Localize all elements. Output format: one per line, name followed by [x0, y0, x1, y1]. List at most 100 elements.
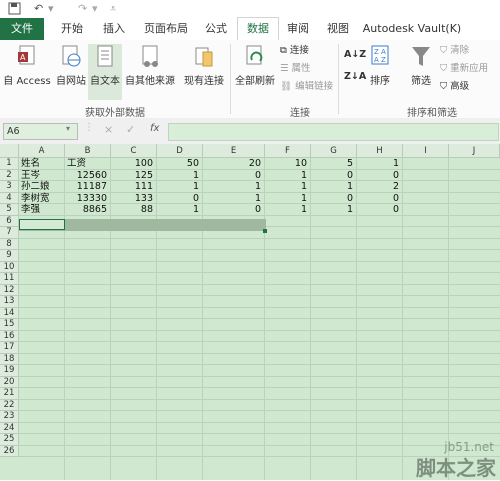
- cell-e4[interactable]: 1: [205, 193, 261, 204]
- cell-c1[interactable]: 100: [113, 158, 153, 169]
- row-header-6[interactable]: 6: [0, 215, 19, 227]
- cell-b5[interactable]: 8865: [67, 204, 107, 215]
- row-header-15[interactable]: 15: [0, 319, 19, 331]
- redo-icon[interactable]: ↷: [78, 2, 87, 16]
- name-box-dropdown-icon[interactable]: ▾: [66, 124, 70, 133]
- cell-a2[interactable]: 王岑: [21, 170, 61, 181]
- row-header-23[interactable]: 23: [0, 411, 19, 423]
- row-header-14[interactable]: 14: [0, 307, 19, 319]
- cell-c2[interactable]: 125: [113, 170, 153, 181]
- reapply-button[interactable]: ⛉ 重新应用: [440, 62, 488, 76]
- tab-home[interactable]: 开始: [52, 18, 92, 40]
- row-header-8[interactable]: 8: [0, 238, 19, 250]
- enter-icon[interactable]: ✓: [126, 123, 135, 136]
- from-web-button[interactable]: 自网站: [54, 44, 88, 87]
- dropdown-arrow-icon[interactable]: ▾: [48, 2, 54, 16]
- from-text-button[interactable]: 自文本: [88, 44, 122, 100]
- tab-autodesk-vault[interactable]: Autodesk Vault(K): [362, 18, 462, 40]
- cell-b3[interactable]: 11187: [67, 181, 107, 192]
- properties-button[interactable]: ☰ 属性: [280, 62, 311, 76]
- cell-e1[interactable]: 20: [205, 158, 261, 169]
- row-header-18[interactable]: 18: [0, 353, 19, 365]
- refresh-all-button[interactable]: 全部刷新: [232, 44, 278, 87]
- sort-za-button[interactable]: Z↓A: [344, 70, 366, 84]
- cell-b4[interactable]: 13330: [67, 193, 107, 204]
- cell-f3[interactable]: 1: [267, 181, 307, 192]
- customize-qat-icon[interactable]: ⩡: [110, 2, 116, 16]
- cell-g3[interactable]: 1: [313, 181, 353, 192]
- dropdown-arrow-icon[interactable]: ▾: [92, 2, 98, 16]
- sort-az-button[interactable]: A↓Z: [344, 48, 366, 62]
- cell-a5[interactable]: 李强: [21, 204, 61, 215]
- cell-a4[interactable]: 李树宽: [21, 193, 61, 204]
- cell-g4[interactable]: 0: [313, 193, 353, 204]
- cell-d1[interactable]: 50: [159, 158, 199, 169]
- cell-a3[interactable]: 孙二娘: [21, 181, 61, 192]
- worksheet-grid[interactable]: ABCDEFGHIJ 1 2 3 4 5 6 7 8 9 10 11 12 13 14 15 16 17 18 19…: [0, 144, 500, 480]
- row-header-7[interactable]: 7: [0, 227, 19, 239]
- cell-h5[interactable]: 0: [359, 204, 399, 215]
- cell-b2[interactable]: 12560: [67, 170, 107, 181]
- fill-handle[interactable]: [263, 229, 267, 233]
- row-header-20[interactable]: 20: [0, 376, 19, 388]
- cell-d4[interactable]: 0: [159, 193, 199, 204]
- column-header-a[interactable]: A: [19, 144, 65, 158]
- row-header-1[interactable]: 1: [0, 158, 19, 170]
- row-header-12[interactable]: 12: [0, 284, 19, 296]
- row-header-19[interactable]: 19: [0, 365, 19, 377]
- cell-f5[interactable]: 1: [267, 204, 307, 215]
- cell-g1[interactable]: 5: [313, 158, 353, 169]
- save-icon[interactable]: [8, 2, 21, 16]
- active-cell[interactable]: [19, 219, 65, 230]
- row-header-25[interactable]: 25: [0, 434, 19, 446]
- column-header-e[interactable]: E: [203, 144, 265, 158]
- cell-f4[interactable]: 1: [267, 193, 307, 204]
- cell-h4[interactable]: 0: [359, 193, 399, 204]
- cell-f1[interactable]: 10: [267, 158, 307, 169]
- insert-function-icon[interactable]: fx: [150, 123, 159, 134]
- row-header-24[interactable]: 24: [0, 422, 19, 434]
- tab-formulas[interactable]: 公式: [196, 18, 236, 40]
- cell-g5[interactable]: 1: [313, 204, 353, 215]
- tab-file[interactable]: 文件: [0, 18, 44, 40]
- sort-button[interactable]: Z AA Z 排序: [364, 44, 396, 87]
- from-access-button[interactable]: A 自 Access: [2, 44, 52, 87]
- cell-h2[interactable]: 0: [359, 170, 399, 181]
- tab-page-layout[interactable]: 页面布局: [138, 18, 194, 40]
- filter-button[interactable]: 筛选: [406, 44, 436, 87]
- column-header-g[interactable]: G: [311, 144, 357, 158]
- row-header-9[interactable]: 9: [0, 250, 19, 262]
- tab-data[interactable]: 数据: [237, 17, 279, 41]
- cell-d3[interactable]: 1: [159, 181, 199, 192]
- row-header-17[interactable]: 17: [0, 342, 19, 354]
- row-header-21[interactable]: 21: [0, 388, 19, 400]
- tab-view[interactable]: 视图: [320, 18, 356, 40]
- cell-h3[interactable]: 2: [359, 181, 399, 192]
- cell-b1[interactable]: 工资: [67, 158, 107, 169]
- row-header-13[interactable]: 13: [0, 296, 19, 308]
- select-all-corner[interactable]: [0, 144, 19, 158]
- row-header-5[interactable]: 5: [0, 204, 19, 216]
- edit-links-button[interactable]: ⛓ 编辑链接: [280, 80, 333, 94]
- clear-button[interactable]: ⛉ 清除: [440, 44, 469, 58]
- row-header-3[interactable]: 3: [0, 181, 19, 193]
- cell-d2[interactable]: 1: [159, 170, 199, 181]
- cell-e5[interactable]: 0: [205, 204, 261, 215]
- row-header-16[interactable]: 16: [0, 330, 19, 342]
- row-header-26[interactable]: 26: [0, 445, 19, 457]
- column-header-i[interactable]: I: [403, 144, 449, 158]
- row-header-2[interactable]: 2: [0, 169, 19, 181]
- from-other-sources-button[interactable]: 自其他来源: [122, 44, 178, 87]
- advanced-button[interactable]: ⛉ 高级: [440, 80, 469, 94]
- tab-insert[interactable]: 插入: [94, 18, 134, 40]
- cell-c5[interactable]: 88: [113, 204, 153, 215]
- row-header-10[interactable]: 10: [0, 261, 19, 273]
- cell-c3[interactable]: 111: [113, 181, 153, 192]
- cell-f2[interactable]: 1: [267, 170, 307, 181]
- cancel-icon[interactable]: ×: [104, 123, 113, 136]
- row-header-11[interactable]: 11: [0, 273, 19, 285]
- formula-input[interactable]: [168, 123, 499, 141]
- cell-h1[interactable]: 1: [359, 158, 399, 169]
- column-header-h[interactable]: H: [357, 144, 403, 158]
- column-header-b[interactable]: B: [65, 144, 111, 158]
